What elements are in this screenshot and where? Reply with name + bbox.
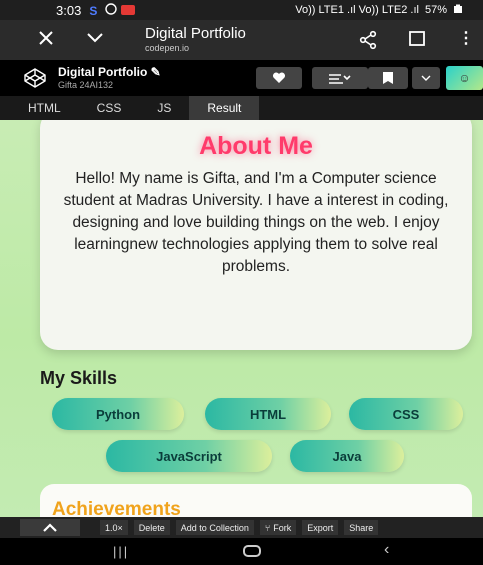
- share-button[interactable]: Share: [344, 520, 379, 535]
- status-time: 3:03: [56, 2, 82, 18]
- smiley-icon: ☺: [458, 71, 471, 85]
- fork-icon: ⑂: [264, 522, 271, 533]
- user-avatar[interactable]: ☺: [446, 66, 483, 90]
- tab-result[interactable]: Result: [189, 96, 260, 120]
- skill-pill-css: CSS: [349, 398, 463, 430]
- back-icon[interactable]: ‹: [384, 541, 389, 559]
- status-right: Vo)) LTE1 .ıl Vo)) LTE2 .ıl 57%: [295, 4, 463, 17]
- recent-apps-icon[interactable]: |||: [113, 544, 129, 559]
- chevron-down-icon: [421, 75, 431, 81]
- editor-tabs: HTML CSS JS Result: [0, 96, 483, 120]
- save-bookmark-button[interactable]: [368, 67, 408, 89]
- heart-icon: [272, 72, 286, 83]
- bookmark-filled-icon: [383, 72, 393, 84]
- bookmark-dropdown-button[interactable]: [412, 67, 440, 89]
- browser-bar: Digital Portfolio codepen.io ⋮: [0, 20, 483, 60]
- edit-icon: ✎: [150, 65, 161, 79]
- skills-heading: My Skills: [40, 368, 118, 388]
- skill-pill-javascript: JavaScript: [106, 440, 272, 472]
- info-lines-icon: [329, 74, 351, 84]
- skill-pill-html: HTML: [205, 398, 331, 430]
- about-card: About Me Hello! My name is Gifta, and I'…: [40, 120, 472, 350]
- chevron-down-icon[interactable]: [86, 31, 106, 49]
- signal-text: Vo)) LTE1 .ıl Vo)) LTE2 .ıl: [295, 4, 419, 16]
- result-preview: About Me Hello! My name is Gifta, and I'…: [0, 120, 483, 517]
- tab-css[interactable]: CSS: [79, 96, 140, 120]
- share-icon[interactable]: [358, 30, 378, 55]
- youtube-icon: [121, 5, 136, 15]
- notification-icons: S: [89, 2, 136, 18]
- love-button[interactable]: [256, 67, 302, 89]
- page-url: codepen.io: [145, 43, 190, 53]
- more-options-icon[interactable]: ⋮: [458, 28, 474, 48]
- status-bar: 3:03 S Vo)) LTE1 .ıl Vo)) LTE2 .ıl 57%: [0, 0, 483, 20]
- about-title: About Me: [199, 132, 313, 160]
- whatsapp-icon: [105, 2, 118, 18]
- codepen-bar: Digital Portfolio ✎ Gifta 24AI132 ☺: [0, 60, 483, 96]
- skill-pill-java: Java: [290, 440, 404, 472]
- pen-user[interactable]: Gifta 24AI132: [58, 80, 113, 90]
- fork-button[interactable]: ⑂ Fork: [259, 520, 297, 535]
- tab-js[interactable]: JS: [139, 96, 189, 120]
- bookmark-icon[interactable]: [408, 30, 426, 53]
- achievements-card: Achievements: [40, 484, 472, 517]
- battery-icon: [453, 4, 463, 17]
- chevron-up-icon: [43, 522, 57, 532]
- pen-name[interactable]: Digital Portfolio ✎: [58, 65, 161, 79]
- browser-title-block[interactable]: Digital Portfolio codepen.io: [145, 25, 246, 53]
- bottom-action-bar: 1.0× Delete Add to Collection ⑂ Fork Expo…: [0, 517, 483, 538]
- tab-html[interactable]: HTML: [10, 96, 79, 120]
- skill-pill-python: Python: [52, 398, 184, 430]
- delete-button[interactable]: Delete: [133, 520, 170, 535]
- close-icon[interactable]: [38, 29, 58, 52]
- add-to-collection-button[interactable]: Add to Collection: [175, 520, 254, 535]
- codepen-logo-icon[interactable]: [24, 68, 46, 93]
- app-notification-icon: S: [89, 4, 98, 18]
- expand-up-button[interactable]: [20, 519, 80, 536]
- home-icon[interactable]: [243, 545, 261, 557]
- export-button[interactable]: Export: [302, 520, 339, 535]
- about-text: Hello! My name is Gifta, and I'm a Compu…: [63, 170, 449, 275]
- page-title: Digital Portfolio: [145, 25, 246, 42]
- details-button[interactable]: [312, 67, 368, 89]
- system-nav-bar: ||| ‹: [0, 538, 483, 565]
- battery-level: 57%: [424, 4, 447, 16]
- achievements-title: Achievements: [52, 499, 181, 517]
- zoom-level[interactable]: 1.0×: [100, 520, 128, 535]
